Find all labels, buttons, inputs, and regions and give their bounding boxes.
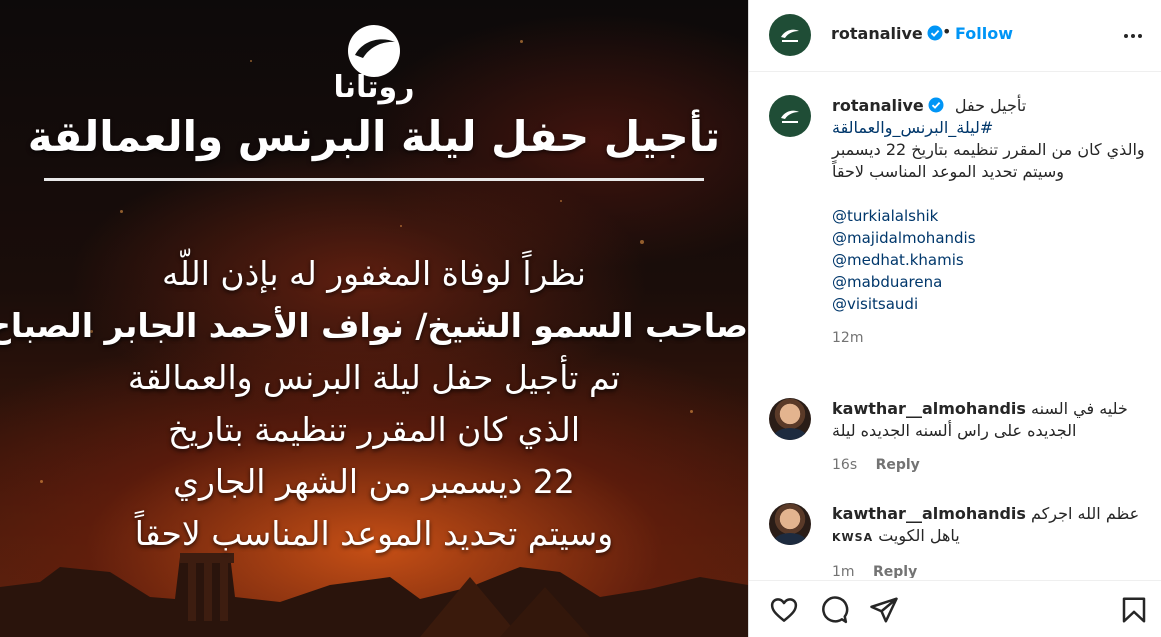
verified-badge-icon — [927, 25, 943, 41]
comment-icon[interactable] — [819, 595, 849, 625]
bookmark-icon[interactable] — [1119, 595, 1149, 625]
image-title: تأجيل حفل ليلة البرنس والعمالقة — [27, 112, 721, 161]
avatar[interactable] — [769, 398, 811, 440]
timestamp[interactable]: 12m — [832, 330, 863, 346]
timestamp[interactable]: 16s — [832, 457, 857, 473]
post-image[interactable]: روتانا تأجيل حفل ليلة البرنس والعمالقة ن… — [0, 0, 748, 637]
rotana-logo-icon — [781, 110, 799, 123]
separator-dot: • — [942, 22, 952, 41]
image-line: وسيتم تحديد الموعد المناسب لاحقاً — [134, 514, 614, 553]
reply-button[interactable]: Reply — [873, 564, 917, 578]
caption-title: تأجيل حفل — [954, 96, 1027, 115]
username-link[interactable]: rotanalive — [832, 96, 924, 115]
post-sidebar: rotanalive • Follow rotanalive تأجيل حفل… — [748, 0, 1161, 637]
paper-plane-icon[interactable] — [869, 595, 899, 625]
more-horizontal-icon[interactable] — [1121, 24, 1145, 48]
logo-wordmark: روتانا — [333, 70, 415, 105]
mention-link[interactable]: @turkialalshik — [832, 205, 1147, 227]
avatar[interactable] — [769, 503, 811, 545]
follow-button[interactable]: Follow — [955, 24, 1013, 43]
post-header: rotanalive • Follow — [749, 0, 1161, 72]
timestamp[interactable]: 1m — [832, 564, 855, 578]
image-line: نظراً لوفاة المغفور له بإذن اللّه — [162, 254, 586, 293]
mention-link[interactable]: @majidalmohandis — [832, 227, 1147, 249]
avatar[interactable] — [769, 95, 811, 137]
image-line: صاحب السمو الشيخ/ نواف الأحمد الجابر الص… — [0, 306, 748, 345]
rotana-logo-icon — [781, 29, 799, 42]
hashtag-link[interactable]: #ليلة_البرنس_والعمالقة — [832, 117, 1147, 139]
caption-text: وسيتم تحديد الموعد المناسب لاحقاً — [832, 162, 1064, 181]
image-line: 22 ديسمبر من الشهر الجاري — [173, 462, 575, 501]
title-divider — [44, 178, 704, 181]
avatar[interactable] — [769, 14, 811, 56]
mention-link[interactable]: @mabduarena — [832, 271, 1147, 293]
action-bar — [749, 580, 1161, 637]
verified-badge-icon — [928, 97, 944, 113]
username-link[interactable]: kawthar__almohandis — [832, 399, 1026, 418]
username-link[interactable]: kawthar__almohandis — [832, 504, 1026, 523]
caption-text: والذي كان من المقرر تنظيمه بتاريخ 22 ديس… — [832, 140, 1145, 159]
kwsa-badge: KWSA — [832, 531, 874, 544]
image-message: نظراً لوفاة المغفور له بإذن اللّه صاحب ا… — [0, 248, 748, 560]
image-line: تم تأجيل حفل ليلة البرنس والعمالقة — [127, 358, 621, 397]
comments-list[interactable]: rotanalive تأجيل حفل #ليلة_البرنس_والعما… — [749, 73, 1161, 578]
mention-link[interactable]: @medhat.khamis — [832, 249, 1147, 271]
comment-text: عظم الله اجركم — [1031, 504, 1140, 523]
comment-text: ياهل الكويت — [878, 526, 960, 545]
mention-link[interactable]: @visitsaudi — [832, 293, 1147, 315]
username-link[interactable]: rotanalive — [831, 24, 923, 43]
reply-button[interactable]: Reply — [876, 457, 920, 473]
image-line: الذي كان المقرر تنظيمة بتاريخ — [167, 410, 581, 449]
heart-icon[interactable] — [769, 595, 799, 625]
